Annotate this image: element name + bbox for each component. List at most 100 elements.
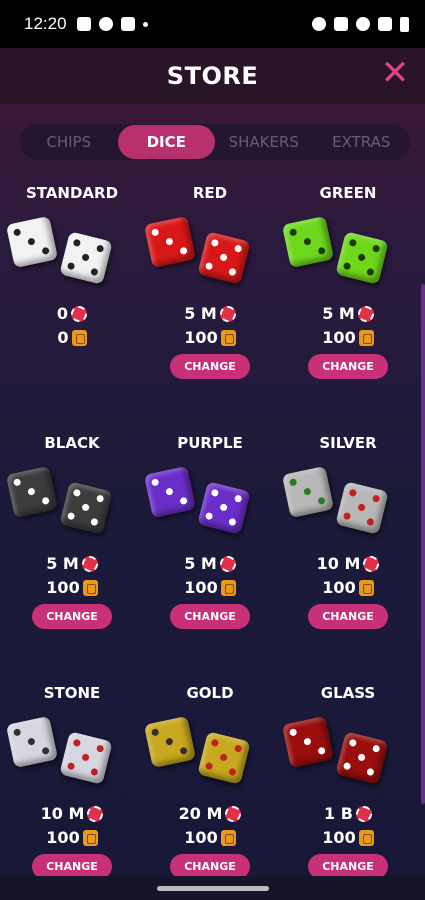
dot-icon <box>142 21 148 27</box>
die-pip <box>289 478 298 487</box>
dice-card-black[interactable]: BLACK 5 M 100 CHANGE <box>2 434 142 664</box>
change-button[interactable]: CHANGE <box>170 354 250 379</box>
die-pip <box>13 228 22 237</box>
chip-icon <box>355 805 372 822</box>
die-pip <box>179 496 188 506</box>
chip-icon <box>87 805 104 822</box>
category-tabs: CHIPS DICE SHAKERS EXTRAS <box>20 124 410 160</box>
die-icon <box>143 715 197 769</box>
coin-icon <box>358 579 374 596</box>
dice-card-gold[interactable]: GOLD 20 M 100 CHANGE <box>140 684 280 900</box>
die-icon <box>59 481 113 535</box>
dice-card-purple[interactable]: PURPLE 5 M 100 CHANGE <box>140 434 280 664</box>
wifi-icon <box>356 17 370 31</box>
dice-name: BLACK <box>44 434 100 452</box>
die-icon <box>335 731 389 785</box>
die-pip <box>151 728 160 737</box>
scrollbar[interactable] <box>421 284 425 804</box>
dice-name: SILVER <box>319 434 377 452</box>
die-pip <box>165 737 174 746</box>
chip-icon <box>357 305 374 322</box>
dice-preview <box>2 214 142 294</box>
tab-chips[interactable]: CHIPS <box>20 125 118 159</box>
chip-icon <box>363 555 380 572</box>
die-pip <box>366 767 375 777</box>
dice-card-stone[interactable]: STONE 10 M 100 CHANGE <box>2 684 142 900</box>
die-icon <box>335 481 389 535</box>
chip-price: 5 M <box>2 554 142 573</box>
coin-icon <box>220 329 236 346</box>
die-pip <box>357 753 366 762</box>
coin-price-value: 100 <box>322 828 356 847</box>
close-icon: ✕ <box>380 53 410 93</box>
close-button[interactable]: ✕ <box>379 56 411 90</box>
die-pip <box>228 517 237 527</box>
die-pip <box>90 767 99 777</box>
die-pip <box>95 494 105 503</box>
die-pip <box>27 237 36 246</box>
die-pip <box>357 253 366 262</box>
coin-price: 100 <box>278 328 418 347</box>
die-pip <box>27 487 36 496</box>
dice-preview <box>278 464 418 544</box>
change-button[interactable]: CHANGE <box>308 354 388 379</box>
die-pip <box>81 253 90 262</box>
die-pip <box>233 744 243 753</box>
image-icon <box>76 17 91 31</box>
chip-price: 5 M <box>140 304 280 323</box>
coin-price-value: 100 <box>184 828 218 847</box>
die-pip <box>72 738 82 748</box>
dice-card-silver[interactable]: SILVER 10 M 100 CHANGE <box>278 434 418 664</box>
dice-preview <box>2 464 142 544</box>
chip-price-value: 5 M <box>46 554 79 573</box>
chip-price: 1 B <box>278 804 418 823</box>
die-icon <box>59 231 113 285</box>
dice-card-green[interactable]: GREEN 5 M 100 CHANGE <box>278 184 418 414</box>
change-button[interactable]: CHANGE <box>308 604 388 629</box>
coin-icon <box>71 329 87 346</box>
dice-preview <box>140 214 280 294</box>
die-pip <box>95 244 105 253</box>
die-icon <box>5 465 59 519</box>
die-pip <box>81 753 90 762</box>
die-pip <box>303 487 312 496</box>
die-icon <box>281 215 335 269</box>
coin-icon <box>220 579 236 596</box>
store-content: CHIPS DICE SHAKERS EXTRAS STANDARD 0 0 RED 5 M 1… <box>0 104 425 900</box>
die-pip <box>342 511 352 521</box>
tab-dice[interactable]: DICE <box>117 125 215 159</box>
die-pip <box>13 728 22 737</box>
chip-icon <box>71 305 88 322</box>
change-button[interactable]: CHANGE <box>170 604 250 629</box>
die-icon <box>5 715 59 769</box>
die-pip <box>366 267 375 277</box>
die-pip <box>72 238 82 248</box>
die-pip <box>41 246 50 256</box>
dice-card-glass[interactable]: GLASS 1 B 100 CHANGE <box>278 684 418 900</box>
change-button[interactable]: CHANGE <box>32 604 112 629</box>
tab-extras[interactable]: EXTRAS <box>313 125 411 159</box>
die-pip <box>303 237 312 246</box>
dice-preview <box>140 464 280 544</box>
die-pip <box>41 746 50 756</box>
die-pip <box>219 753 228 762</box>
die-icon <box>143 215 197 269</box>
chip-price: 0 <box>2 304 142 323</box>
mute-icon <box>334 17 348 31</box>
dice-name: GREEN <box>319 184 377 202</box>
chip-price: 5 M <box>140 554 280 573</box>
tab-shakers[interactable]: SHAKERS <box>215 125 313 159</box>
die-pip <box>66 761 76 771</box>
coin-price: 100 <box>2 828 142 847</box>
die-icon <box>5 215 59 269</box>
home-gesture-handle[interactable] <box>157 886 269 891</box>
coin-price: 100 <box>140 328 280 347</box>
chip-icon <box>81 555 98 572</box>
chip-price: 10 M <box>278 554 418 573</box>
dice-card-red[interactable]: RED 5 M 100 CHANGE <box>140 184 280 414</box>
chip-price-value: 1 B <box>324 804 353 823</box>
chip-price-value: 0 <box>56 304 69 323</box>
die-pip <box>228 767 237 777</box>
dice-preview <box>140 714 280 794</box>
dice-card-standard[interactable]: STANDARD 0 0 <box>2 184 142 414</box>
